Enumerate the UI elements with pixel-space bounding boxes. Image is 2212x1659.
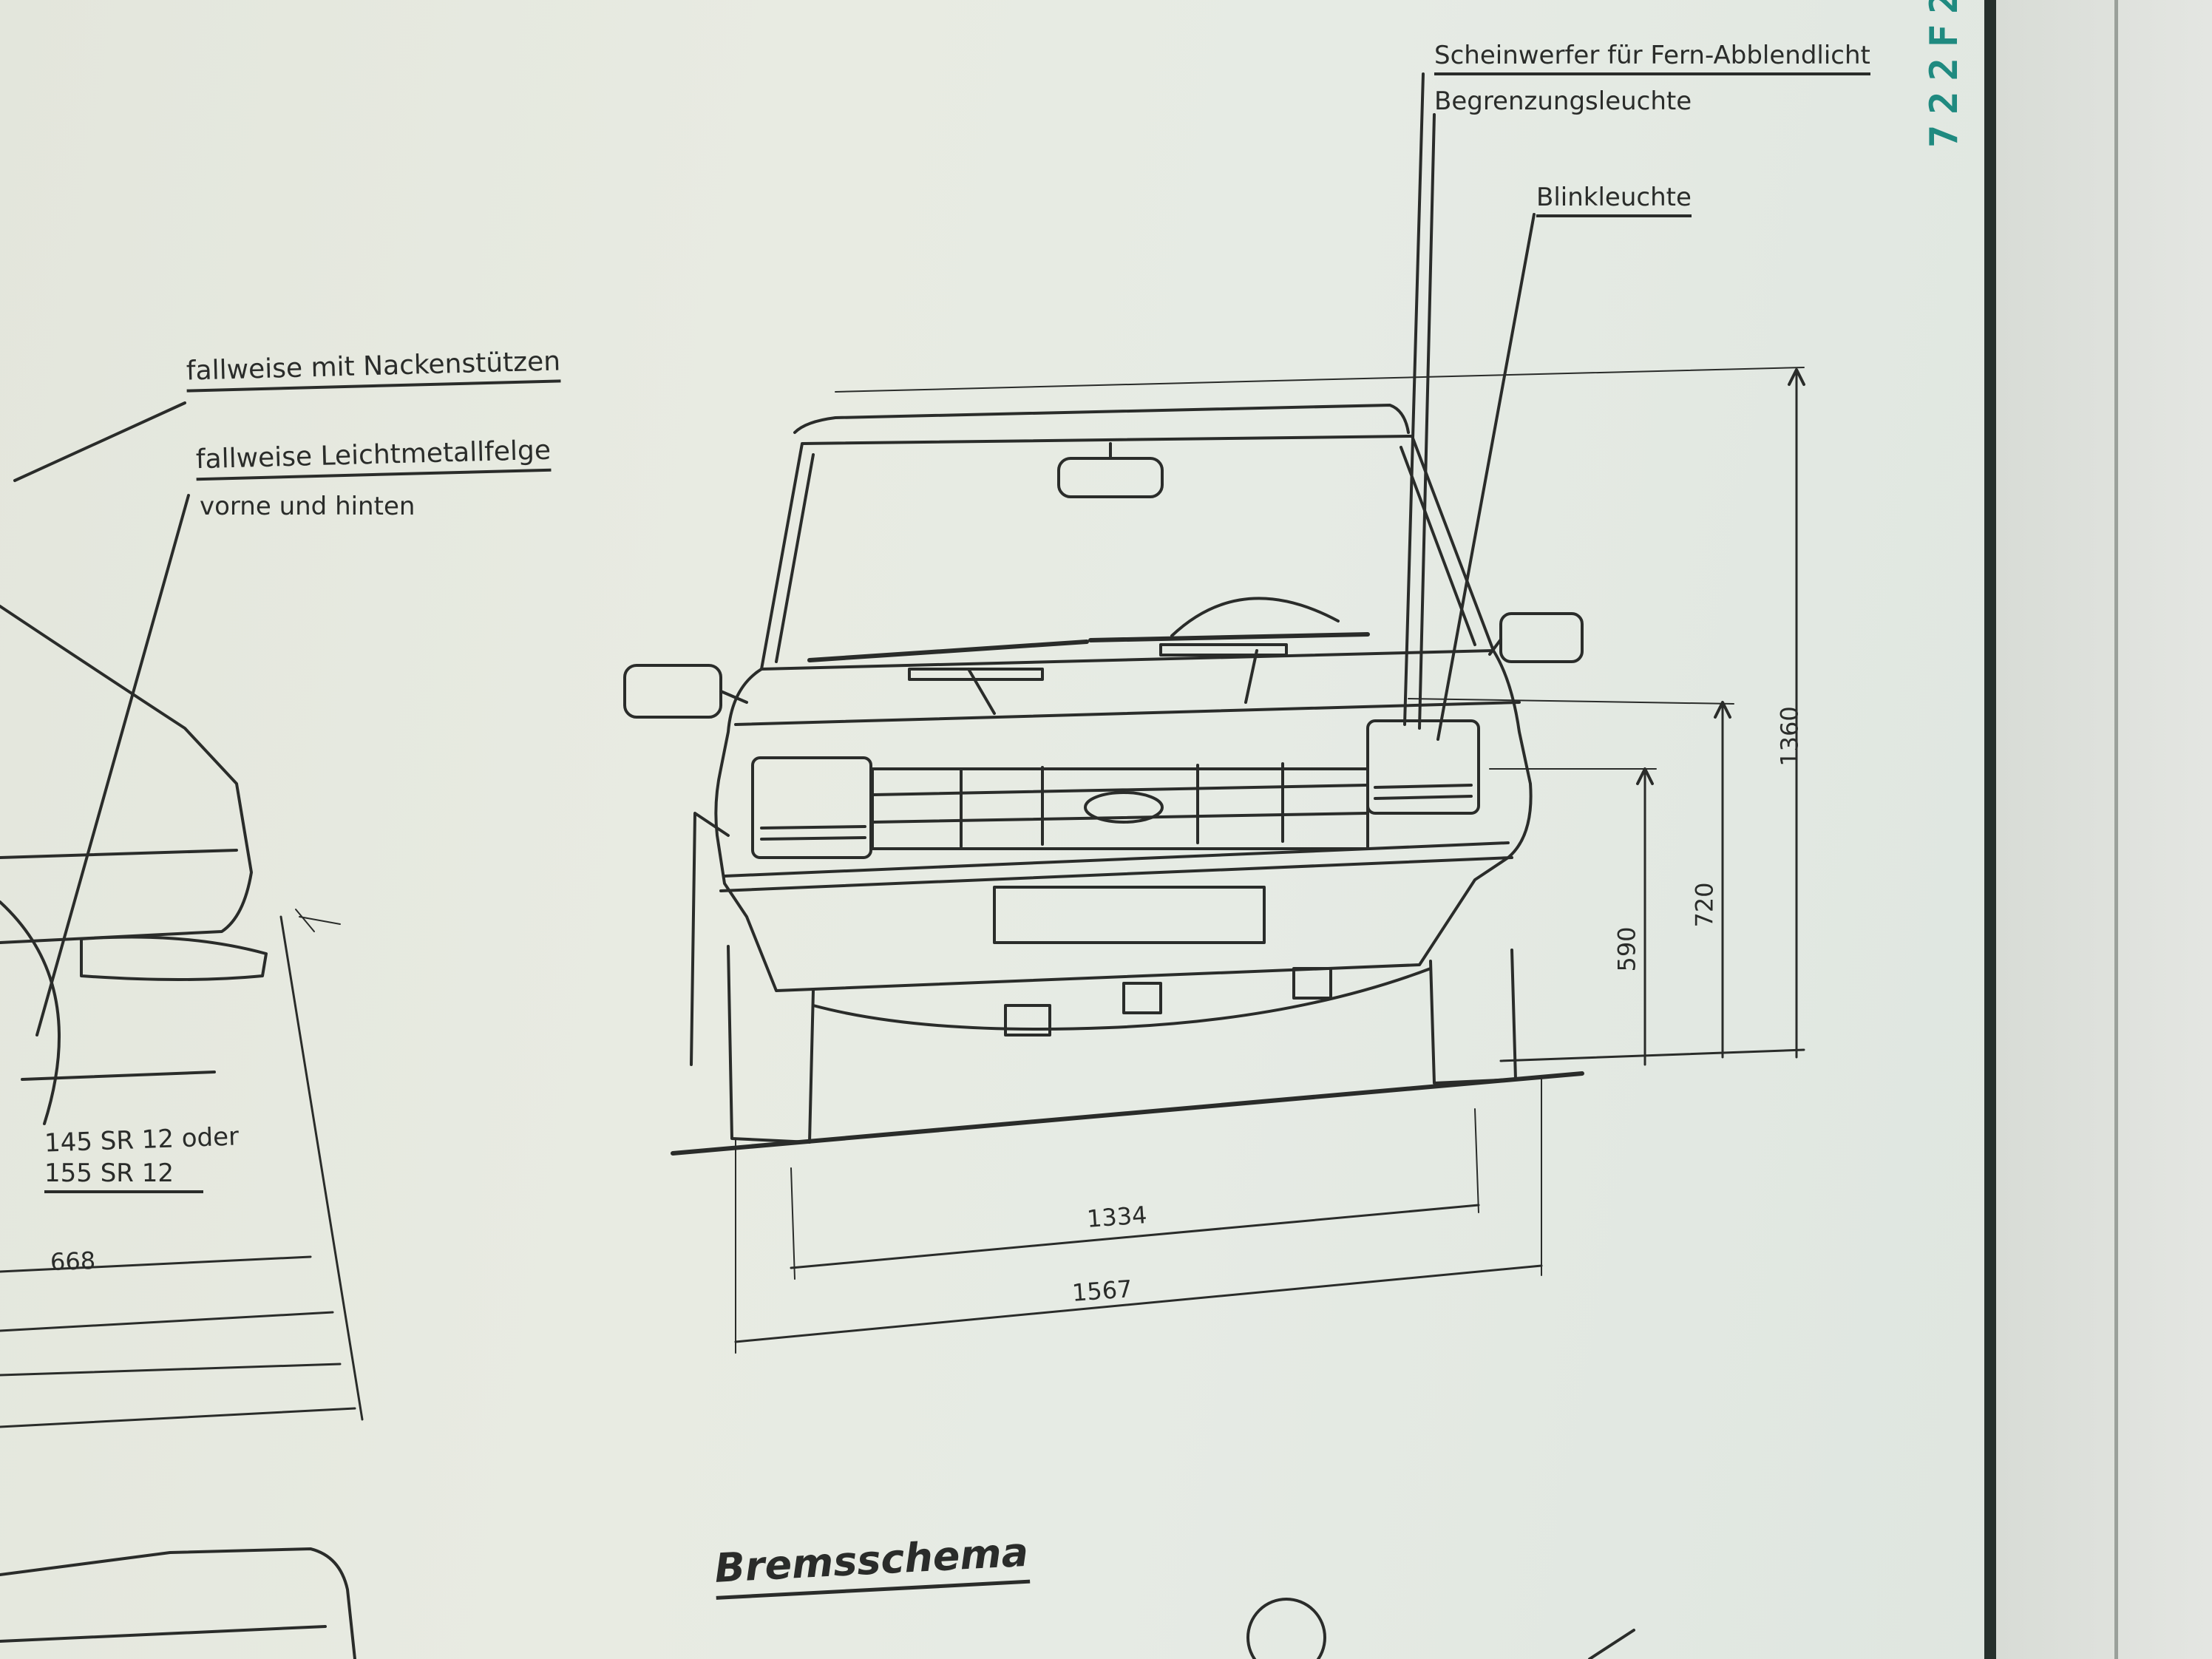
- dim-headlight-top-height: 720: [1690, 882, 1719, 928]
- roof-outline: [793, 404, 1410, 434]
- alloy-rim-sub-label: vorne und hinten: [200, 492, 415, 521]
- turn-signal-label: Blinkleuchte: [1536, 185, 1692, 217]
- left-side-mirror: [623, 664, 722, 719]
- dim-track-width: 1334: [1085, 1201, 1148, 1233]
- grille: [871, 767, 1369, 850]
- leader-headlight: [1403, 72, 1425, 726]
- right-wheel: [1429, 949, 1517, 1085]
- left-headlight: [751, 756, 872, 859]
- clearance-light-label: Begrenzungsleuchte: [1434, 86, 1692, 116]
- drawing-code: 722F23: [1922, 0, 1967, 148]
- wiper-left: [807, 639, 1089, 662]
- steering-wheel: [1170, 597, 1340, 637]
- wiper-right: [1088, 632, 1370, 642]
- right-side-mirror: [1499, 612, 1584, 663]
- dim-overall-width: 1567: [1071, 1275, 1133, 1307]
- leader-clearance: [1418, 113, 1436, 730]
- dim-overall-height: 1360: [1775, 706, 1804, 767]
- side-view-partial: [0, 605, 253, 944]
- dim-headlight-center-height: 590: [1612, 926, 1641, 972]
- tyre-label-1: 145 SR 12 oder: [44, 1122, 240, 1158]
- brake-scheme-partial: [0, 1547, 356, 1659]
- licence-plate: [993, 886, 1266, 944]
- windshield-outline: [760, 435, 1495, 671]
- headlight-label: Scheinwerfer für Fern-Abblendlicht: [1434, 43, 1870, 75]
- car-front-view-drawing: [0, 72, 1805, 1659]
- dim-side: 668: [50, 1246, 96, 1277]
- tyre-label-2: 155 SR 12: [44, 1161, 203, 1193]
- interior-mirror: [1057, 457, 1164, 498]
